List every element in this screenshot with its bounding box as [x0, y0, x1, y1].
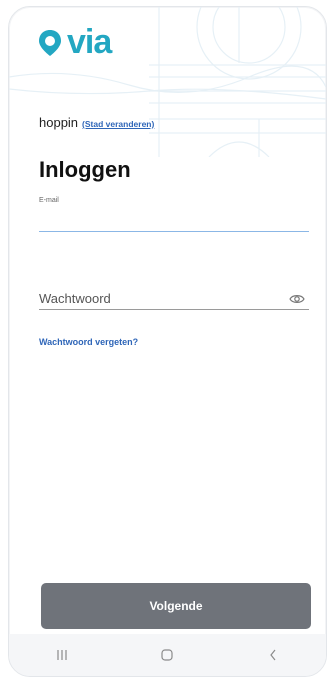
back-icon — [270, 649, 276, 661]
home-button[interactable] — [152, 640, 182, 670]
via-logo: via — [37, 23, 112, 62]
android-navigation-bar — [9, 634, 326, 676]
show-password-eye-icon[interactable] — [289, 293, 305, 305]
password-field[interactable] — [39, 287, 309, 310]
recent-apps-button[interactable] — [47, 640, 77, 670]
next-button[interactable]: Volgende — [41, 583, 311, 629]
city-name: hoppin — [39, 115, 79, 130]
back-button[interactable] — [258, 640, 288, 670]
map-pin-icon — [39, 29, 61, 56]
phone-screen: via hoppin (Stad veranderen) Inloggen E-… — [8, 6, 327, 677]
city-selector: hoppin (Stad veranderen) — [39, 115, 154, 130]
logo-text: via — [67, 23, 112, 61]
email-label: E-mail — [39, 197, 59, 204]
email-field[interactable] — [39, 207, 309, 232]
forgot-password-link[interactable]: Wachtwoord vergeten? — [39, 337, 138, 347]
home-icon — [161, 649, 174, 661]
page-title: Inloggen — [39, 157, 131, 182]
change-city-link[interactable]: (Stad veranderen) — [82, 119, 154, 129]
recent-apps-icon — [57, 650, 67, 660]
